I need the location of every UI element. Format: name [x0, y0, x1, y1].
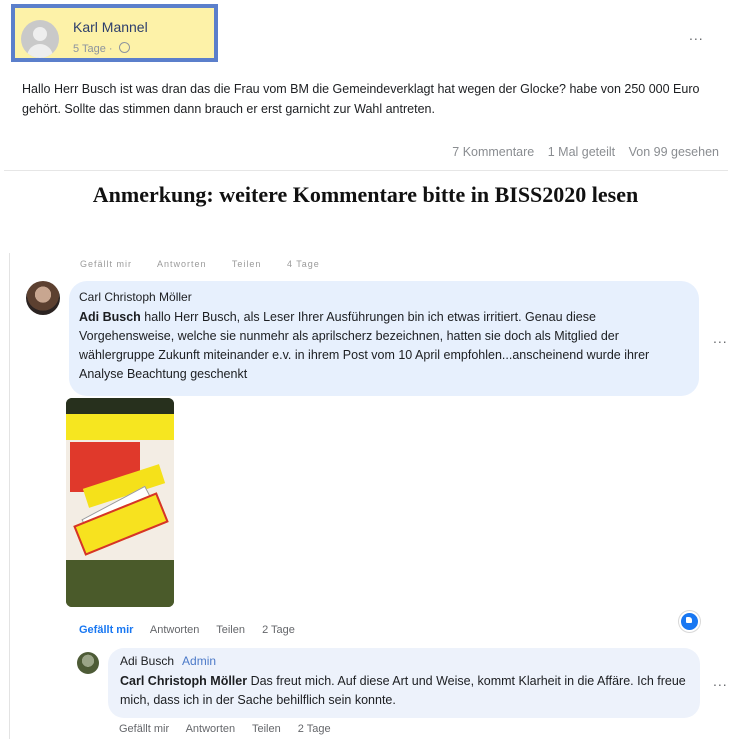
reply-more-icon[interactable]: ... [713, 673, 728, 689]
image-band-bottom [66, 560, 174, 607]
image-band-yellow [66, 414, 174, 440]
separator: · [108, 43, 116, 55]
reply-reply-button[interactable]: Antworten [186, 723, 236, 735]
cropped-actions-row: Gefällt mir Antworten Teilen 4 Tage [80, 259, 342, 269]
cropped-time: 4 Tage [286, 259, 320, 269]
reply-share-button[interactable]: Teilen [252, 723, 281, 735]
reply-button[interactable]: Antworten [150, 624, 200, 636]
cropped-reply[interactable]: Antworten [157, 259, 207, 269]
notice-heading: Anmerkung: weitere Kommentare bitte in B… [92, 182, 639, 207]
comment-mention[interactable]: Adi Busch [79, 310, 141, 324]
view-count: Von 99 gesehen [628, 145, 719, 159]
comment-more-icon[interactable]: ... [713, 330, 728, 346]
like-button[interactable]: Gefällt mir [79, 624, 133, 636]
reply-like-button[interactable]: Gefällt mir [119, 723, 169, 735]
comment-actions: Gefällt mir Antworten Teilen 2 Tage [79, 624, 309, 636]
reply-author-line: Adi Busch Admin [120, 654, 216, 668]
commenter-avatar[interactable] [26, 281, 60, 315]
reply-actions: Gefällt mir Antworten Teilen 2 Tage [119, 723, 345, 735]
post-author[interactable]: Karl Mannel [73, 19, 148, 35]
share-button[interactable]: Teilen [216, 624, 245, 636]
post-stats: 7 Kommentare 1 Mal geteilt Von 99 gesehe… [442, 145, 719, 159]
post-meta[interactable]: 5 Tage · [73, 42, 130, 55]
comment-time[interactable]: 2 Tage [262, 624, 295, 636]
comment-text: Adi Busch hallo Herr Busch, als Leser Ih… [79, 308, 691, 384]
post-text: Hallo Herr Busch ist was dran das die Fr… [22, 82, 700, 116]
comment-image[interactable] [66, 398, 174, 607]
comment-body: hallo Herr Busch, als Leser Ihrer Ausfüh… [79, 310, 650, 381]
avatar-body-shape [27, 44, 53, 58]
reply-avatar[interactable] [77, 652, 99, 674]
admin-badge: Admin [182, 654, 217, 668]
avatar-head-shape [33, 27, 47, 41]
avatar[interactable] [21, 20, 59, 58]
more-options-icon[interactable]: ... [689, 27, 704, 43]
comment-count[interactable]: 7 Kommentare [452, 145, 534, 159]
reply-time[interactable]: 2 Tage [298, 723, 331, 735]
reply-text: Carl Christoph Möller Das freut mich. Au… [120, 672, 695, 710]
globe-icon [118, 42, 130, 53]
cropped-like[interactable]: Gefällt mir [80, 259, 132, 269]
image-band-top [66, 398, 174, 414]
comment-author[interactable]: Carl Christoph Möller [79, 290, 192, 304]
share-count[interactable]: 1 Mal geteilt [548, 145, 615, 159]
reply-author[interactable]: Adi Busch [120, 654, 174, 668]
like-reaction-icon[interactable] [679, 611, 700, 632]
cropped-share[interactable]: Teilen [232, 259, 262, 269]
post-time[interactable]: 5 Tage [73, 43, 106, 55]
reply-mention[interactable]: Carl Christoph Möller [120, 674, 247, 688]
